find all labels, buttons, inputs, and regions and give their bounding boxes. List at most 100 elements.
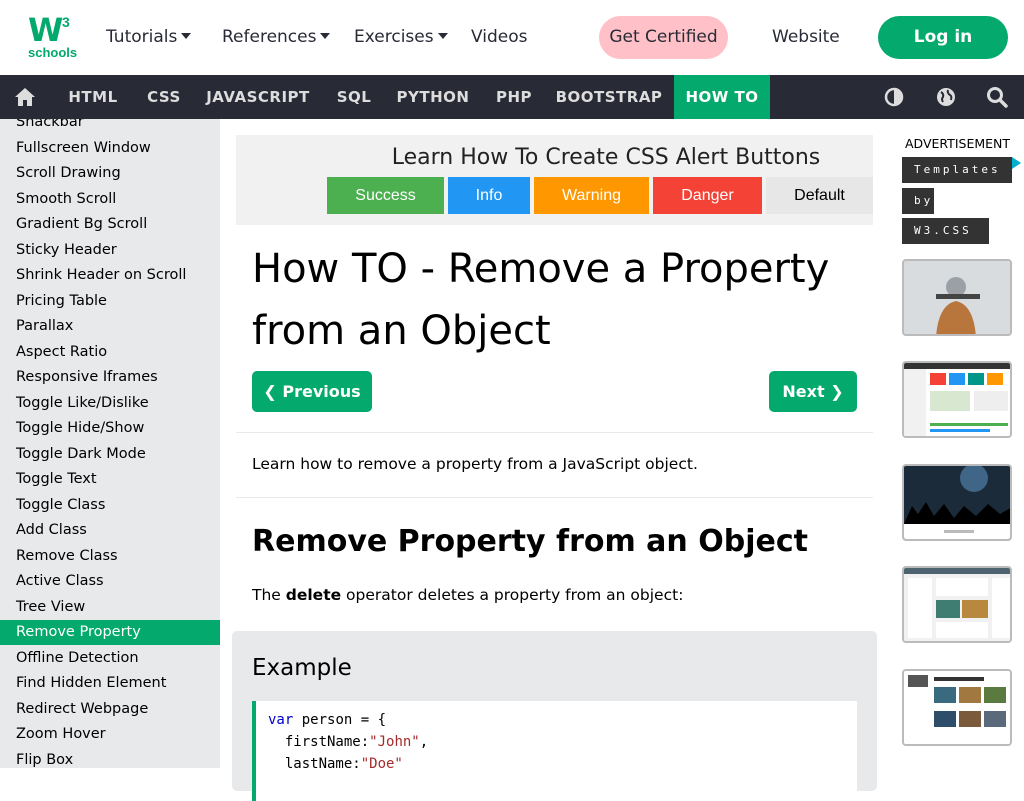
sidebar-item-gradient-bg-scroll[interactable]: Gradient Bg Scroll (0, 212, 220, 237)
nav-html[interactable]: HTML (56, 75, 130, 119)
sidebar-item-find-hidden-element[interactable]: Find Hidden Element (0, 671, 220, 696)
template-thumbnail[interactable] (902, 669, 1012, 746)
caret-down-icon (181, 33, 192, 39)
nav-javascript[interactable]: JAVASCRIPT (198, 75, 318, 119)
sidebar-item-shrink-header-on-scroll[interactable]: Shrink Header on Scroll (0, 263, 220, 288)
sidebar-item-fullscreen-window[interactable]: Fullscreen Window (0, 136, 220, 161)
code-text: lastName: (268, 756, 361, 772)
sidebar-item-redirect-webpage[interactable]: Redirect Webpage (0, 697, 220, 722)
ad-tag-w3css: W3.CSS (902, 218, 989, 244)
concert-image (904, 466, 1010, 539)
sidebar-item-toggle-hide-show[interactable]: Toggle Hide/Show (0, 416, 220, 441)
code-line: var person = { (268, 709, 857, 731)
sidebar-item-smooth-scroll[interactable]: Smooth Scroll (0, 187, 220, 212)
nav-css[interactable]: CSS (134, 75, 194, 119)
divider (236, 432, 873, 433)
chevron-left-icon: ❮ (263, 382, 277, 401)
references-menu[interactable]: References (222, 27, 331, 47)
intro-text: Learn how to remove a property from a Ja… (252, 455, 698, 473)
sidebar-item-remove-class[interactable]: Remove Class (0, 544, 220, 569)
code-line: lastName:"Doe" (268, 753, 857, 775)
sidebar-item-toggle-class[interactable]: Toggle Class (0, 493, 220, 518)
sidebar-item-scroll-drawing[interactable]: Scroll Drawing (0, 161, 220, 186)
person-image (904, 261, 1010, 334)
code-text: , (419, 734, 429, 750)
logo-superscript: 3 (62, 14, 70, 30)
danger-button[interactable]: Danger (653, 177, 762, 214)
login-button[interactable]: Log in (878, 16, 1008, 59)
nav-howto[interactable]: HOW TO (674, 75, 770, 119)
sidebar-item-parallax[interactable]: Parallax (0, 314, 220, 339)
next-label: Next (782, 382, 825, 401)
tutorials-label: Tutorials (106, 27, 178, 47)
sidebar-item-add-class[interactable]: Add Class (0, 518, 220, 543)
sidebar-item-remove-property[interactable]: Remove Property (0, 620, 220, 645)
contrast-icon[interactable] (883, 86, 905, 108)
search-icon[interactable] (986, 86, 1008, 108)
code-block[interactable]: var person = { firstName:"John", lastNam… (252, 701, 857, 801)
sidebar-item-toggle-text[interactable]: Toggle Text (0, 467, 220, 492)
sidebar-item-sticky-header[interactable]: Sticky Header (0, 238, 220, 263)
exercises-menu[interactable]: Exercises (354, 27, 448, 47)
sidebar-item-snackbar[interactable]: Snackbar (0, 119, 220, 135)
default-button[interactable]: Default (766, 177, 873, 214)
banner-title: Learn How To Create CSS Alert Buttons (391, 145, 821, 170)
references-label: References (222, 27, 317, 47)
code-text: firstName: (268, 734, 370, 750)
chevron-right-icon: ❯ (830, 382, 844, 401)
sidebar-item-toggle-dark-mode[interactable]: Toggle Dark Mode (0, 442, 220, 467)
caret-down-icon (320, 33, 331, 39)
logo-mark: W (28, 11, 63, 49)
sidebar-item-pricing-table[interactable]: Pricing Table (0, 289, 220, 314)
sidebar-item-offline-detection[interactable]: Offline Detection (0, 646, 220, 671)
success-button[interactable]: Success (327, 177, 444, 214)
sidebar-item-aspect-ratio[interactable]: Aspect Ratio (0, 340, 220, 365)
templates-ad[interactable]: Templates by W3.CSS (900, 155, 1024, 755)
globe-icon[interactable] (935, 86, 957, 108)
w3schools-logo[interactable]: W 3 schools (28, 11, 77, 62)
sidebar-item-toggle-like-dislike[interactable]: Toggle Like/Dislike (0, 391, 220, 416)
code-string: "John" (369, 734, 420, 750)
nav-bootstrap[interactable]: BOOTSTRAP (548, 75, 670, 119)
get-certified-button[interactable]: Get Certified (599, 16, 728, 59)
template-thumbnail[interactable] (902, 259, 1012, 336)
exercises-label: Exercises (354, 27, 434, 47)
website-link[interactable]: Website (772, 27, 840, 47)
nav-python[interactable]: PYTHON (388, 75, 478, 119)
sidebar-item-responsive-iframes[interactable]: Responsive Iframes (0, 365, 220, 390)
desc-pre: The (252, 586, 286, 604)
ad-tag-by: by (902, 188, 934, 214)
subject-navbar: HTML CSS JAVASCRIPT SQL PYTHON PHP BOOTS… (0, 75, 1024, 119)
sidebar-item-zoom-hover[interactable]: Zoom Hover (0, 722, 220, 747)
nav-php[interactable]: PHP (484, 75, 544, 119)
sidebar-item-active-class[interactable]: Active Class (0, 569, 220, 594)
alert-buttons-banner[interactable]: Learn How To Create CSS Alert Buttons Su… (236, 135, 873, 225)
desc-bold: delete (285, 586, 342, 604)
sidebar-item-tree-view[interactable]: Tree View (0, 595, 220, 620)
warning-button[interactable]: Warning (534, 177, 649, 214)
template-thumbnail[interactable] (902, 464, 1012, 541)
example-title: Example (252, 655, 352, 681)
example-box: Example var person = { firstName:"John",… (232, 631, 877, 801)
nav-sql[interactable]: SQL (324, 75, 384, 119)
template-thumbnail[interactable] (902, 361, 1012, 438)
sidebar-item-flip-box[interactable]: Flip Box (0, 748, 220, 769)
previous-button[interactable]: ❮ Previous (252, 371, 372, 412)
divider (236, 497, 873, 498)
dashboard-image (904, 363, 1010, 436)
code-keyword: var (268, 712, 294, 728)
tutorials-menu[interactable]: Tutorials (106, 27, 192, 47)
ad-tag-templates: Templates (902, 157, 1012, 183)
home-icon[interactable] (14, 87, 36, 107)
info-button[interactable]: Info (448, 177, 530, 214)
howto-sidebar: Snackbar Fullscreen Window Scroll Drawing S… (0, 119, 220, 768)
blog-image (904, 671, 1010, 744)
template-thumbnail[interactable] (902, 566, 1012, 643)
section-heading: Remove Property from an Object (252, 524, 808, 559)
section-description: The delete operator deletes a property f… (252, 586, 683, 604)
code-text: person = { (293, 712, 387, 728)
videos-link[interactable]: Videos (471, 27, 528, 47)
next-button[interactable]: Next ❯ (769, 371, 857, 412)
code-line: firstName:"John", (268, 731, 857, 753)
social-image (904, 568, 1010, 641)
